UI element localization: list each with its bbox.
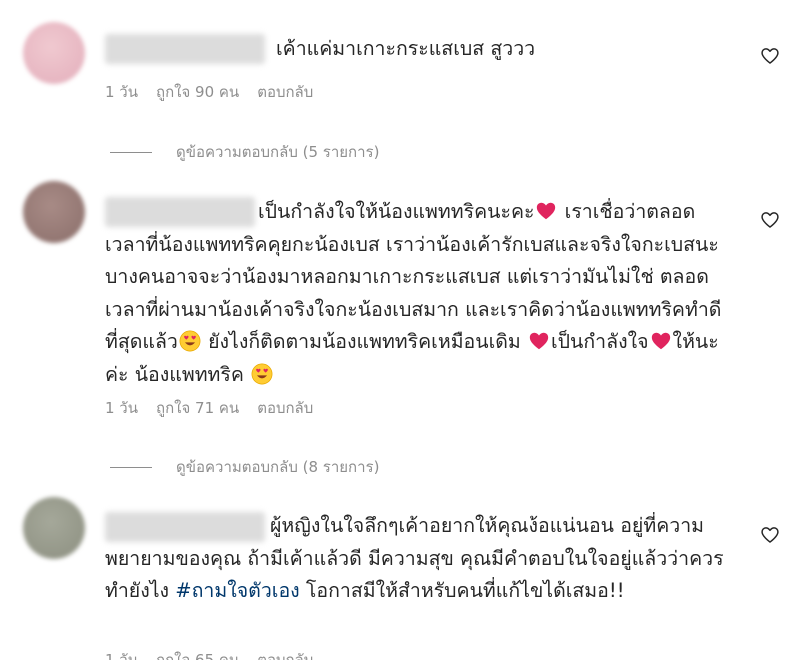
reply-button[interactable]: ตอบกลับ bbox=[257, 648, 313, 660]
comment-text-part: เป็นกำลังใจให้น้องแพททริคนะคะ bbox=[258, 200, 535, 223]
comment-text: เค้าแค่มาเกาะกระแสเบส สูววว bbox=[276, 33, 736, 66]
username-blurred[interactable] bbox=[105, 34, 265, 64]
comment-text: เป็นกำลังใจให้น้องแพททริคนะคะ เราเชื่อว่… bbox=[105, 196, 735, 391]
like-count[interactable]: ถูกใจ 90 คน bbox=[156, 80, 239, 104]
reply-button[interactable]: ตอบกลับ bbox=[257, 396, 313, 420]
divider-line bbox=[110, 466, 152, 468]
view-replies-label: ดูข้อความตอบกลับ (8 รายการ) bbox=[176, 458, 380, 476]
timestamp: 1 วัน bbox=[105, 83, 138, 101]
red-heart-emoji bbox=[529, 332, 549, 350]
divider-line bbox=[110, 151, 152, 153]
heart-outline-icon[interactable] bbox=[760, 525, 780, 545]
heart-eyes-emoji bbox=[179, 330, 201, 352]
comment-text-part: เค้าแค่มาเกาะกระแสเบส สูววว bbox=[276, 37, 536, 60]
reply-button[interactable]: ตอบกลับ bbox=[257, 80, 313, 104]
avatar[interactable] bbox=[23, 497, 85, 559]
comment-text: ผู้หญิงในใจลึกๆเค้าอยากให้คุณง้อแน่นอน อ… bbox=[105, 510, 735, 608]
comment-text-part: โอกาสมีให้สำหรับคนที่แก้ไขได้เสมอ!! bbox=[299, 579, 625, 602]
avatar[interactable] bbox=[23, 22, 85, 84]
view-replies-button[interactable]: ดูข้อความตอบกลับ (8 รายการ) bbox=[110, 455, 379, 479]
avatar[interactable] bbox=[23, 181, 85, 243]
comment-meta: 1 วัน ถูกใจ 65 คน ตอบกลับ bbox=[105, 648, 313, 660]
hashtag-link[interactable]: #ถามใจตัวเอง bbox=[175, 579, 299, 602]
heart-outline-icon[interactable] bbox=[760, 46, 780, 66]
comment-text-part: เป็นกำลังใจ bbox=[550, 330, 649, 353]
timestamp: 1 วัน bbox=[105, 651, 138, 660]
heart-outline-icon[interactable] bbox=[760, 210, 780, 230]
like-count[interactable]: ถูกใจ 71 คน bbox=[156, 396, 239, 420]
view-replies-label: ดูข้อความตอบกลับ (5 รายการ) bbox=[176, 143, 380, 161]
like-count[interactable]: ถูกใจ 65 คน bbox=[156, 648, 239, 660]
red-heart-emoji bbox=[537, 202, 556, 220]
comment-meta: 1 วัน ถูกใจ 71 คน ตอบกลับ bbox=[105, 396, 313, 420]
comment-meta: 1 วัน ถูกใจ 90 คน ตอบกลับ bbox=[105, 80, 313, 104]
comment-text-part: ยังไงก็ติดตามน้องแพททริคเหมือนเดิม bbox=[201, 330, 527, 353]
comments-panel: เค้าแค่มาเกาะกระแสเบส สูววว 1 วัน ถูกใจ … bbox=[0, 0, 800, 660]
heart-eyes-emoji bbox=[251, 363, 273, 384]
view-replies-button[interactable]: ดูข้อความตอบกลับ (5 รายการ) bbox=[110, 140, 379, 164]
red-heart-emoji bbox=[651, 332, 670, 350]
timestamp: 1 วัน bbox=[105, 399, 138, 417]
